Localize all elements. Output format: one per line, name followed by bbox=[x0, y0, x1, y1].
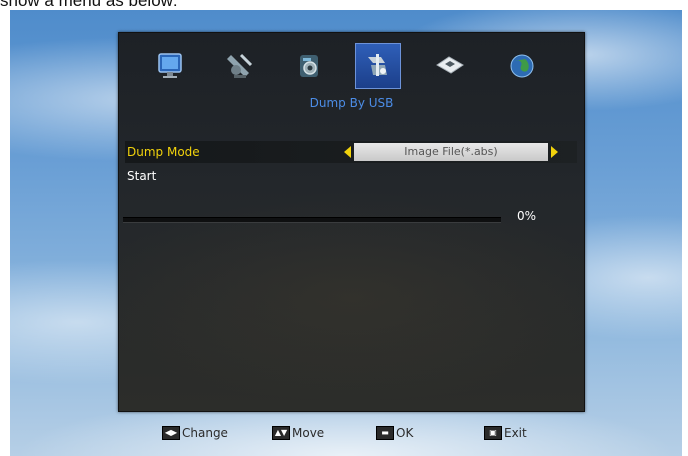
hint-ok-label: OK bbox=[396, 426, 414, 440]
tab-monitor[interactable] bbox=[147, 43, 193, 89]
tv-screen: Dump By USB Dump Mode Image File(*.abs) … bbox=[10, 10, 682, 456]
arrow-left-icon[interactable] bbox=[344, 146, 351, 158]
tools-icon bbox=[368, 54, 387, 76]
dump-mode-label: Dump Mode bbox=[127, 145, 200, 159]
satellite-dish-icon bbox=[227, 53, 253, 78]
hint-exit-label: Exit bbox=[504, 426, 527, 440]
footer-hints: ◀▶ Change ▲▼ Move ▬ OK ▣ Exit bbox=[10, 418, 682, 448]
arrow-right-icon[interactable] bbox=[551, 146, 558, 158]
progress-bar bbox=[123, 217, 501, 223]
globe-icon bbox=[510, 54, 534, 78]
ok-key-icon: ▬ bbox=[376, 426, 394, 440]
monitor-icon bbox=[158, 53, 182, 78]
hint-exit: ▣ Exit bbox=[484, 426, 527, 440]
left-right-keys-icon: ◀▶ bbox=[162, 426, 180, 440]
progress-percent: 0% bbox=[517, 209, 537, 223]
tab-tools[interactable] bbox=[355, 43, 401, 89]
dump-mode-row[interactable]: Dump Mode Image File(*.abs) bbox=[125, 141, 577, 163]
tab-usb[interactable] bbox=[427, 43, 473, 89]
exit-key-icon: ▣ bbox=[484, 426, 502, 440]
tab-camera[interactable] bbox=[287, 43, 333, 89]
camera-icon bbox=[300, 55, 318, 77]
tab-globe[interactable] bbox=[499, 43, 545, 89]
start-row[interactable]: Start bbox=[125, 165, 577, 187]
dump-mode-selector[interactable]: Image File(*.abs) bbox=[344, 143, 558, 161]
hint-move-label: Move bbox=[292, 426, 325, 440]
page: show a menu as below: Dump By USB Dump M… bbox=[0, 0, 688, 456]
hint-change-label: Change bbox=[182, 426, 228, 440]
hint-ok: ▬ OK bbox=[376, 426, 413, 440]
up-down-keys-icon: ▲▼ bbox=[272, 426, 290, 440]
menu-panel: Dump By USB Dump Mode Image File(*.abs) … bbox=[118, 32, 585, 412]
start-label: Start bbox=[127, 169, 157, 183]
dump-mode-value: Image File(*.abs) bbox=[354, 143, 548, 161]
menu-title: Dump By USB bbox=[309, 96, 394, 110]
hint-change: ◀▶ Change bbox=[162, 426, 228, 440]
hint-move: ▲▼ Move bbox=[272, 426, 324, 440]
tab-satellite[interactable] bbox=[217, 43, 263, 89]
usb-drive-icon bbox=[436, 56, 464, 74]
